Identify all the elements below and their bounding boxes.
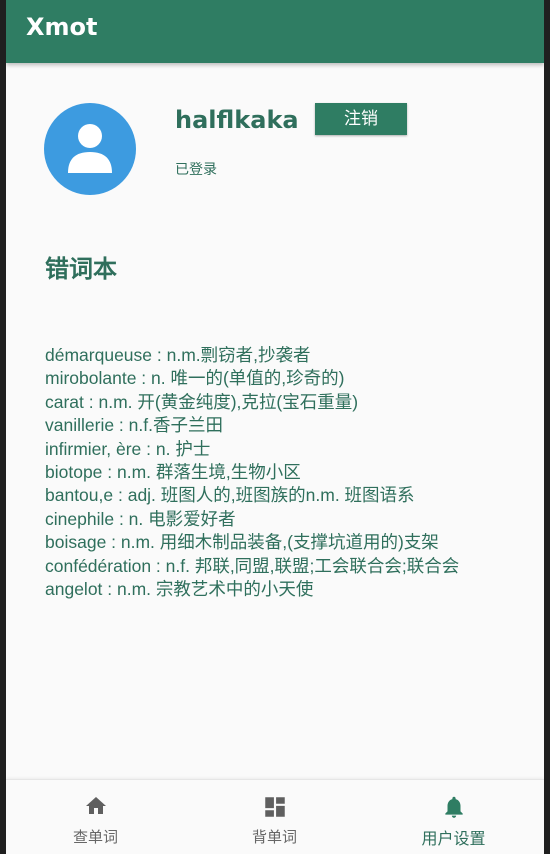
bell-icon — [444, 796, 463, 818]
avatar — [44, 103, 136, 195]
word-entry: cinephile : n. 电影爱好者 — [45, 508, 236, 529]
nav-item-lookup[interactable]: 查单词 — [6, 780, 185, 854]
word-entry: infirmier, ère : n. 护士 — [45, 438, 211, 459]
word-entry: confédération : n.f. 邦联,同盟,联盟;工会联合会;联合会 — [45, 555, 460, 576]
word-entry: carat : n.m. 开(黄金纯度),克拉(宝石重量) — [45, 391, 359, 412]
nav-label: 用户设置 — [421, 829, 486, 848]
word-entry: angelot : n.m. 宗教艺术中的小天使 — [45, 578, 314, 599]
nav-item-user-settings[interactable]: 用户设置 — [364, 780, 543, 854]
bottom-navigation: 查单词 背单词 用户设置 — [6, 779, 544, 854]
word-entry: mirobolante : n. 唯一的(单值的,珍奇的) — [45, 368, 345, 389]
logout-button[interactable]: 注销 — [315, 103, 407, 135]
user-avatar-icon — [44, 103, 136, 195]
app-title: Xmot — [26, 13, 98, 41]
word-entry: biotope : n.m. 群落生境,生物小区 — [45, 461, 301, 482]
word-entry: démarqueuse : n.m.剽窃者,抄袭者 — [45, 345, 311, 365]
word-entry: bantou,e : adj. 班图人的,班图族的n.m. 班图语系 — [45, 485, 415, 506]
wordbook-title: 错词本 — [45, 255, 117, 283]
app-screen: Xmot halflkaka 注销 已登录 错词本 démarqueuse : … — [6, 0, 544, 854]
username: halflkaka — [175, 106, 299, 134]
nav-label: 背单词 — [251, 828, 297, 846]
home-icon — [85, 797, 106, 814]
dashboard-icon — [264, 797, 285, 817]
wordbook-list: démarqueuse : n.m.剽窃者,抄袭者 mirobolante : … — [45, 344, 535, 601]
word-entry: boisage : n.m. 用细木制品装备,(支撑坑道用的)支架 — [45, 532, 439, 553]
app-bar: Xmot — [6, 0, 544, 63]
word-entry: vanillerie : n.f.香子兰田 — [45, 415, 223, 436]
login-status: 已登录 — [175, 162, 217, 178]
nav-label: 查单词 — [72, 828, 118, 846]
nav-item-memorize[interactable]: 背单词 — [185, 780, 364, 854]
